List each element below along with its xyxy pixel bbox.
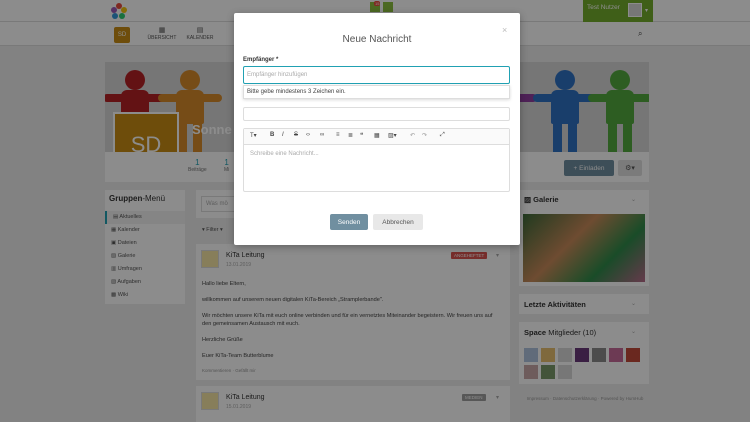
image-icon[interactable]: ▨▾ — [388, 132, 397, 139]
new-message-modal: × Neue Nachricht Empfänger * Empfänger h… — [234, 13, 520, 245]
bullet-list-icon[interactable]: ≡ — [336, 132, 340, 138]
link-icon[interactable]: ∞ — [320, 132, 324, 138]
cancel-button[interactable]: Abbrechen — [373, 214, 423, 230]
recipient-input[interactable]: Empfänger hinzufügen — [243, 66, 510, 84]
quote-icon[interactable]: ❝ — [360, 132, 363, 139]
recipient-hint: Bitte gebe mindestens 3 Zeichen ein. — [243, 85, 510, 99]
ordered-list-icon[interactable]: ≣ — [348, 132, 353, 139]
bold-icon[interactable]: B — [270, 132, 274, 138]
undo-icon[interactable]: ↶ — [410, 132, 415, 139]
font-size-icon[interactable]: T▾ — [250, 132, 257, 139]
fullscreen-icon[interactable]: ⤢ — [440, 132, 445, 139]
redo-icon[interactable]: ↷ — [422, 132, 427, 139]
subject-field[interactable] — [243, 107, 510, 121]
code-icon[interactable]: ‹› — [306, 132, 310, 138]
send-button[interactable]: Senden — [330, 214, 368, 230]
editor-placeholder: Schreibe eine Nachricht... — [250, 151, 319, 157]
modal-title: Neue Nachricht — [342, 34, 412, 45]
italic-icon[interactable]: I — [282, 132, 284, 138]
table-icon[interactable]: ▦ — [374, 132, 380, 139]
editor-toolbar: T▾ B I S ‹› ∞ ≡ ≣ ❝ ▦ ▨▾ ↶ ↷ ⤢ — [244, 129, 509, 145]
message-editor[interactable]: T▾ B I S ‹› ∞ ≡ ≣ ❝ ▦ ▨▾ ↶ ↷ ⤢ Schreibe … — [243, 128, 510, 192]
recipient-label: Empfänger * — [243, 57, 279, 63]
strikethrough-icon[interactable]: S — [294, 132, 298, 138]
